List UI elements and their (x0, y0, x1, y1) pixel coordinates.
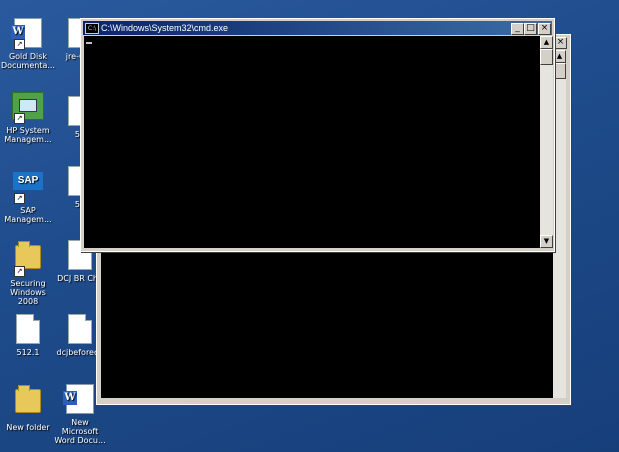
desktop-icon-label: New folder (6, 423, 50, 432)
desktop-icon-hp-system-management[interactable]: ↗ HP System Managem... (0, 90, 56, 144)
hp-system-management-icon: ↗ (12, 92, 44, 124)
close-icon: × (540, 23, 549, 33)
vertical-scrollbar[interactable]: ▲ ▼ (540, 36, 553, 248)
desktop-icon-securing-windows[interactable]: ↗ Securing Windows 2008 (0, 240, 56, 306)
arrow-up-icon: ▲ (556, 52, 563, 60)
document-icon (12, 314, 44, 346)
close-button-back[interactable]: × (554, 37, 567, 49)
desktop-icon-new-folder[interactable]: New folder (0, 384, 56, 432)
desktop-icon-label: HP System Managem... (4, 126, 52, 144)
word-doc-icon: W (63, 384, 96, 416)
desktop-icon-gold-disk[interactable]: W ↗ Gold Disk Documenta... (0, 18, 56, 70)
desktop-icon-512-1[interactable]: 512.1 (0, 314, 56, 357)
word-doc-icon: W ↗ (11, 18, 44, 50)
arrow-down-icon: ▼ (543, 237, 550, 245)
maximize-icon: □ (526, 23, 535, 33)
folder-icon: ↗ (12, 241, 44, 277)
desktop: W ↗ Gold Disk Documenta... ↗ HP System Ma… (0, 0, 619, 452)
desktop-icon-sap-management[interactable]: SAP ↗ SAP Managem... (0, 166, 56, 224)
scroll-up-button[interactable]: ▲ (540, 36, 553, 49)
close-button[interactable]: × (538, 23, 551, 35)
desktop-icon-label: New Microsoft Word Docu... (54, 418, 106, 445)
close-icon: × (556, 37, 565, 47)
minimize-icon: _ (515, 23, 520, 33)
folder-icon (12, 385, 44, 421)
sap-icon: SAP ↗ (12, 172, 44, 204)
desktop-icon-label: Gold Disk Documenta... (1, 52, 55, 70)
title-bar[interactable]: C:\ C:\Windows\System32\cmd.exe _ □ × (83, 21, 552, 35)
text-cursor (86, 42, 92, 44)
maximize-button[interactable]: □ (524, 23, 537, 35)
scroll-down-button[interactable]: ▼ (540, 235, 553, 248)
document-icon (64, 314, 96, 346)
minimize-button[interactable]: _ (511, 23, 524, 35)
desktop-icon-label: SAP Managem... (4, 206, 52, 224)
scroll-thumb[interactable] (540, 49, 553, 65)
cmd-app-icon: C:\ (85, 23, 99, 34)
cmd-window-front[interactable]: C:\ C:\Windows\System32\cmd.exe _ □ × ▲ … (80, 18, 555, 252)
window-title: C:\Windows\System32\cmd.exe (101, 23, 229, 33)
desktop-icon-label: Securing Windows 2008 (10, 279, 46, 306)
arrow-up-icon: ▲ (543, 38, 550, 46)
console-output[interactable] (84, 36, 540, 248)
desktop-icon-label: 512.1 (16, 348, 40, 357)
